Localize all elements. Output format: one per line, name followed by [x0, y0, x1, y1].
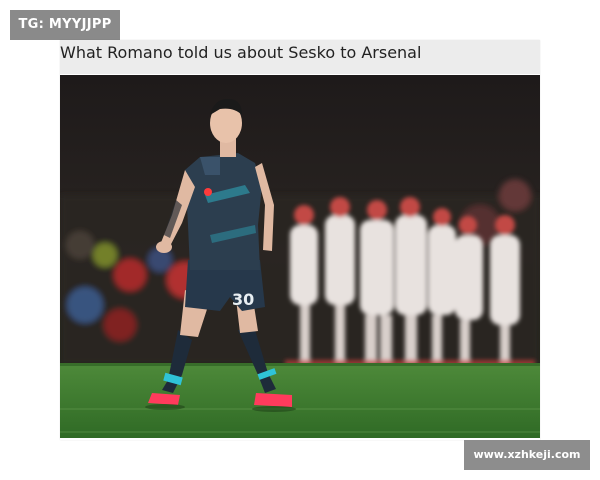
article-photo: 30	[60, 75, 540, 438]
watermark-url: www.xzhkeji.com	[464, 440, 590, 470]
pitch	[60, 363, 540, 438]
tag-badge: TG: MYYJJPP	[10, 10, 120, 40]
headline-text: What Romano told us about Sesko to Arsen…	[60, 43, 422, 62]
article-card[interactable]: What Romano told us about Sesko to Arsen…	[60, 40, 540, 440]
article-headline[interactable]: What Romano told us about Sesko to Arsen…	[60, 40, 540, 74]
player-number: 30	[232, 290, 254, 309]
